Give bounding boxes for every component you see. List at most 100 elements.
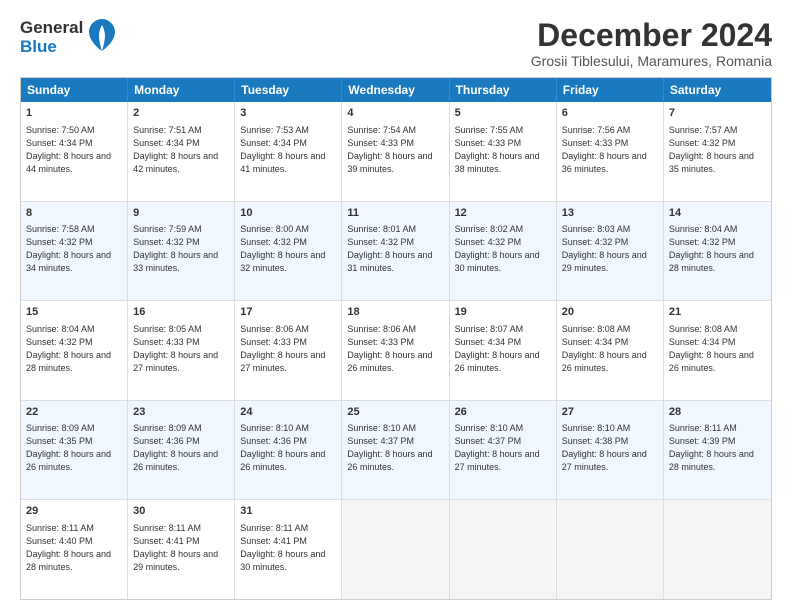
cal-cell-empty-4-6: [664, 500, 771, 599]
header-wednesday: Wednesday: [342, 78, 449, 102]
day-number-12: 12: [455, 206, 551, 221]
day-number-2: 2: [133, 106, 229, 121]
day-number-28: 28: [669, 405, 766, 420]
page-subtitle: Grosii Tiblesului, Maramures, Romania: [531, 53, 772, 69]
cal-cell-19: 19 Sunrise: 8:07 AMSunset: 4:34 PMDayligh…: [450, 301, 557, 400]
day-number-21: 21: [669, 305, 766, 320]
header: General Blue December 2024 Grosii Tibles…: [20, 18, 772, 69]
day-info-15: Sunrise: 8:04 AMSunset: 4:32 PMDaylight:…: [26, 323, 122, 375]
day-info-11: Sunrise: 8:01 AMSunset: 4:32 PMDaylight:…: [347, 223, 443, 275]
calendar: Sunday Monday Tuesday Wednesday Thursday…: [20, 77, 772, 600]
cal-cell-15: 15 Sunrise: 8:04 AMSunset: 4:32 PMDayligh…: [21, 301, 128, 400]
cal-cell-23: 23 Sunrise: 8:09 AMSunset: 4:36 PMDayligh…: [128, 401, 235, 500]
day-number-5: 5: [455, 106, 551, 121]
day-info-22: Sunrise: 8:09 AMSunset: 4:35 PMDaylight:…: [26, 422, 122, 474]
header-saturday: Saturday: [664, 78, 771, 102]
cal-cell-26: 26Sunrise: 8:10 AMSunset: 4:37 PMDayligh…: [450, 401, 557, 500]
cal-cell-4: 4 Sunrise: 7:54 AMSunset: 4:33 PMDaylight…: [342, 102, 449, 201]
cal-cell-empty-4-4: [450, 500, 557, 599]
cal-cell-25: 25Sunrise: 8:10 AMSunset: 4:37 PMDayligh…: [342, 401, 449, 500]
header-tuesday: Tuesday: [235, 78, 342, 102]
day-info-1: Sunrise: 7:50 AMSunset: 4:34 PMDaylight:…: [26, 124, 122, 176]
day-number-14: 14: [669, 206, 766, 221]
cal-cell-24: 24 Sunrise: 8:10 AMSunset: 4:36 PMDayligh…: [235, 401, 342, 500]
day-number-1: 1: [26, 106, 122, 121]
day-number-9: 9: [133, 206, 229, 221]
day-info-31: Sunrise: 8:11 AMSunset: 4:41 PMDaylight:…: [240, 522, 336, 574]
cal-cell-12: 12Sunrise: 8:02 AMSunset: 4:32 PMDayligh…: [450, 202, 557, 301]
day-number-15: 15: [26, 305, 122, 320]
title-block: December 2024 Grosii Tiblesului, Maramur…: [531, 18, 772, 69]
day-number-19: 19: [455, 305, 551, 320]
day-info-10: Sunrise: 8:00 AMSunset: 4:32 PMDaylight:…: [240, 223, 336, 275]
cal-row-4: 22 Sunrise: 8:09 AMSunset: 4:35 PMDayligh…: [21, 400, 771, 500]
day-number-7: 7: [669, 106, 766, 121]
cal-cell-9: 9 Sunrise: 7:59 AMSunset: 4:32 PMDaylight…: [128, 202, 235, 301]
day-info-28: Sunrise: 8:11 AMSunset: 4:39 PMDaylight:…: [669, 422, 766, 474]
cal-cell-29: 29 Sunrise: 8:11 AMSunset: 4:40 PMDayligh…: [21, 500, 128, 599]
day-info-3: Sunrise: 7:53 AMSunset: 4:34 PMDaylight:…: [240, 124, 336, 176]
cal-row-2: 8Sunrise: 7:58 AMSunset: 4:32 PMDaylight…: [21, 201, 771, 301]
day-info-17: Sunrise: 8:06 AMSunset: 4:33 PMDaylight:…: [240, 323, 336, 375]
cal-cell-6: 6 Sunrise: 7:56 AMSunset: 4:33 PMDaylight…: [557, 102, 664, 201]
day-info-6: Sunrise: 7:56 AMSunset: 4:33 PMDaylight:…: [562, 124, 658, 176]
day-info-29: Sunrise: 8:11 AMSunset: 4:40 PMDaylight:…: [26, 522, 122, 574]
cal-cell-18: 18 Sunrise: 8:06 AMSunset: 4:33 PMDayligh…: [342, 301, 449, 400]
cal-cell-13: 13Sunrise: 8:03 AMSunset: 4:32 PMDayligh…: [557, 202, 664, 301]
cal-cell-7: 7Sunrise: 7:57 AMSunset: 4:32 PMDaylight…: [664, 102, 771, 201]
cal-cell-16: 16 Sunrise: 8:05 AMSunset: 4:33 PMDayligh…: [128, 301, 235, 400]
day-info-9: Sunrise: 7:59 AMSunset: 4:32 PMDaylight:…: [133, 223, 229, 275]
cal-cell-10: 10 Sunrise: 8:00 AMSunset: 4:32 PMDayligh…: [235, 202, 342, 301]
day-info-25: Sunrise: 8:10 AMSunset: 4:37 PMDaylight:…: [347, 422, 443, 474]
day-number-11: 11: [347, 206, 443, 221]
cal-cell-20: 20Sunrise: 8:08 AMSunset: 4:34 PMDayligh…: [557, 301, 664, 400]
logo: General Blue: [20, 18, 117, 57]
day-number-23: 23: [133, 405, 229, 420]
cal-cell-8: 8Sunrise: 7:58 AMSunset: 4:32 PMDaylight…: [21, 202, 128, 301]
day-info-4: Sunrise: 7:54 AMSunset: 4:33 PMDaylight:…: [347, 124, 443, 176]
day-number-29: 29: [26, 504, 122, 519]
calendar-body: 1 Sunrise: 7:50 AMSunset: 4:34 PMDaylight…: [21, 102, 771, 599]
day-info-5: Sunrise: 7:55 AMSunset: 4:33 PMDaylight:…: [455, 124, 551, 176]
day-info-23: Sunrise: 8:09 AMSunset: 4:36 PMDaylight:…: [133, 422, 229, 474]
day-info-24: Sunrise: 8:10 AMSunset: 4:36 PMDaylight:…: [240, 422, 336, 474]
day-number-22: 22: [26, 405, 122, 420]
day-info-21: Sunrise: 8:08 AMSunset: 4:34 PMDaylight:…: [669, 323, 766, 375]
cal-cell-empty-4-5: [557, 500, 664, 599]
day-info-30: Sunrise: 8:11 AMSunset: 4:41 PMDaylight:…: [133, 522, 229, 574]
day-number-6: 6: [562, 106, 658, 121]
cal-cell-27: 27Sunrise: 8:10 AMSunset: 4:38 PMDayligh…: [557, 401, 664, 500]
day-info-16: Sunrise: 8:05 AMSunset: 4:33 PMDaylight:…: [133, 323, 229, 375]
calendar-header: Sunday Monday Tuesday Wednesday Thursday…: [21, 78, 771, 102]
cal-cell-28: 28 Sunrise: 8:11 AMSunset: 4:39 PMDayligh…: [664, 401, 771, 500]
cal-cell-17: 17 Sunrise: 8:06 AMSunset: 4:33 PMDayligh…: [235, 301, 342, 400]
day-info-8: Sunrise: 7:58 AMSunset: 4:32 PMDaylight:…: [26, 223, 122, 275]
cal-cell-22: 22 Sunrise: 8:09 AMSunset: 4:35 PMDayligh…: [21, 401, 128, 500]
day-info-13: Sunrise: 8:03 AMSunset: 4:32 PMDaylight:…: [562, 223, 658, 275]
cal-cell-3: 3 Sunrise: 7:53 AMSunset: 4:34 PMDaylight…: [235, 102, 342, 201]
page-title: December 2024: [531, 18, 772, 53]
cal-cell-14: 14 Sunrise: 8:04 AMSunset: 4:32 PMDayligh…: [664, 202, 771, 301]
day-number-3: 3: [240, 106, 336, 121]
header-monday: Monday: [128, 78, 235, 102]
day-info-14: Sunrise: 8:04 AMSunset: 4:32 PMDaylight:…: [669, 223, 766, 275]
header-sunday: Sunday: [21, 78, 128, 102]
day-number-4: 4: [347, 106, 443, 121]
day-number-17: 17: [240, 305, 336, 320]
day-number-24: 24: [240, 405, 336, 420]
cal-row-3: 15 Sunrise: 8:04 AMSunset: 4:32 PMDayligh…: [21, 300, 771, 400]
logo-bird-icon: [87, 18, 117, 57]
day-info-19: Sunrise: 8:07 AMSunset: 4:34 PMDaylight:…: [455, 323, 551, 375]
cal-cell-21: 21 Sunrise: 8:08 AMSunset: 4:34 PMDayligh…: [664, 301, 771, 400]
page: General Blue December 2024 Grosii Tibles…: [0, 0, 792, 612]
day-info-2: Sunrise: 7:51 AMSunset: 4:34 PMDaylight:…: [133, 124, 229, 176]
cal-cell-2: 2 Sunrise: 7:51 AMSunset: 4:34 PMDaylight…: [128, 102, 235, 201]
day-number-26: 26: [455, 405, 551, 420]
cal-cell-1: 1 Sunrise: 7:50 AMSunset: 4:34 PMDaylight…: [21, 102, 128, 201]
cal-cell-30: 30Sunrise: 8:11 AMSunset: 4:41 PMDayligh…: [128, 500, 235, 599]
day-info-18: Sunrise: 8:06 AMSunset: 4:33 PMDaylight:…: [347, 323, 443, 375]
logo-general: General: [20, 19, 83, 38]
day-number-10: 10: [240, 206, 336, 221]
day-number-18: 18: [347, 305, 443, 320]
day-number-16: 16: [133, 305, 229, 320]
